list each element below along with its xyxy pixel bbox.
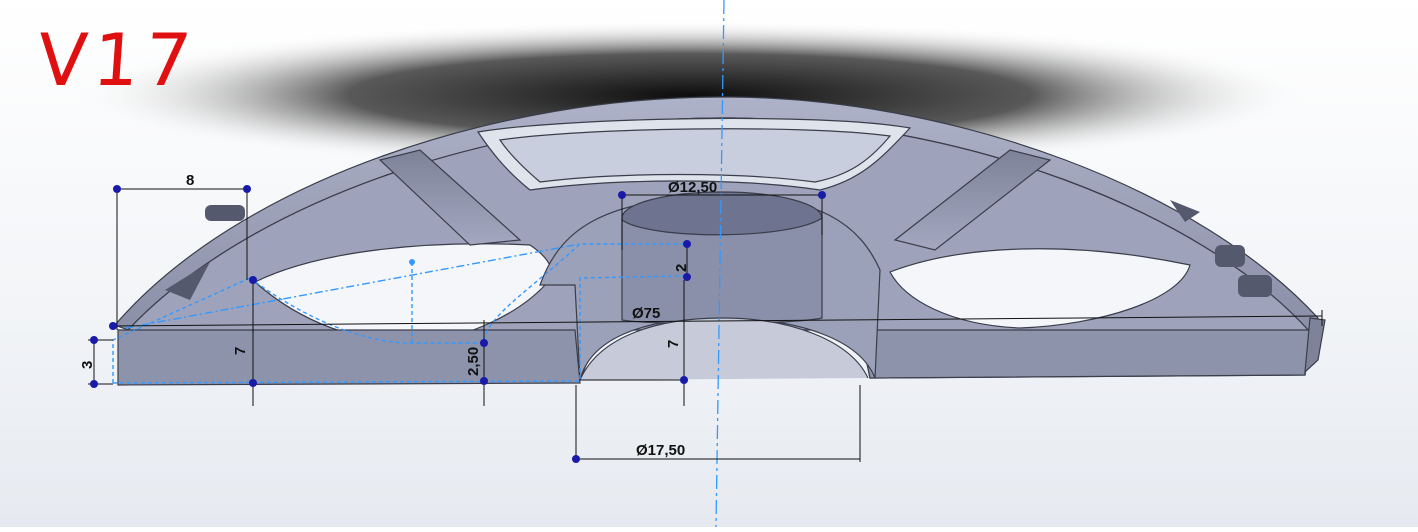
dim-diameter-bottom[interactable]: Ø17,50 [636,442,685,459]
sketch-point[interactable] [243,185,251,193]
top-window-inner [498,128,892,183]
sketch-point[interactable] [109,322,117,330]
sketch-point[interactable] [249,276,257,284]
sketch-point[interactable] [480,339,488,347]
dim-hub-step[interactable]: 2 [673,264,690,272]
sketch-point[interactable] [480,377,488,385]
sketch-point[interactable] [409,259,415,265]
sketch-point[interactable] [818,191,826,199]
sketch-point[interactable] [90,336,98,344]
sketch-point[interactable] [680,376,688,384]
base-slab [117,329,581,386]
sketch-point[interactable] [572,455,580,463]
text-mark-right-2 [1238,275,1272,297]
dim-height-right[interactable]: 7 [665,340,682,348]
dim-diameter-hub-top[interactable]: Ø12,50 [668,179,717,196]
dim-diameter-overall[interactable]: Ø75 [632,305,660,322]
base-slab-right [859,329,1311,379]
sketch-point[interactable] [683,273,691,281]
sketch-point[interactable] [249,379,257,387]
sketch-point[interactable] [683,240,691,248]
version-annotation: V17 [35,18,200,102]
text-mark-right-1 [1215,245,1245,267]
dim-height-left[interactable]: 7 [232,347,249,355]
text-mark-left [205,205,245,221]
sketch-point[interactable] [113,185,121,193]
dim-width-top[interactable]: 8 [186,172,194,189]
cad-viewport[interactable]: 8 Ø12,50 2 Ø75 3 7 2,50 7 Ø17,50 [0,0,1418,528]
dim-pocket-depth[interactable]: 2,50 [465,347,482,376]
dim-edge-height[interactable]: 3 [79,361,96,369]
sketch-point[interactable] [618,191,626,199]
sketch-point[interactable] [90,380,98,388]
